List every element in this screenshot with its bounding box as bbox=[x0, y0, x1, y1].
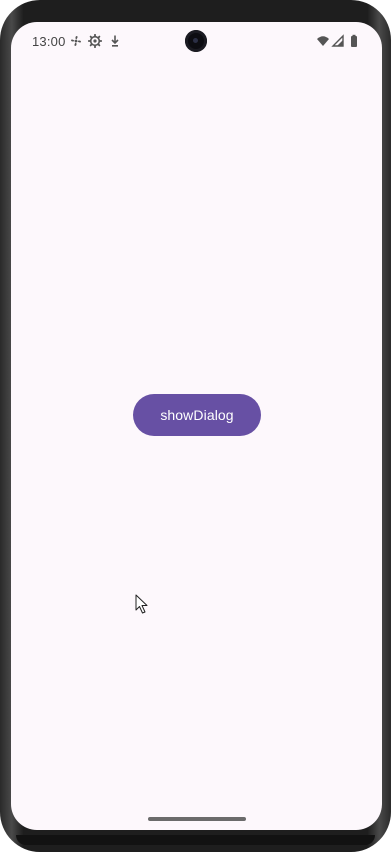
mouse-pointer-icon bbox=[135, 594, 148, 614]
show-dialog-button[interactable]: showDialog bbox=[133, 394, 261, 436]
home-gesture-bar[interactable] bbox=[148, 817, 246, 821]
wifi-icon bbox=[317, 36, 329, 46]
device-chin bbox=[16, 835, 375, 845]
status-bar: 13:00 bbox=[11, 22, 382, 60]
settings-gear-icon bbox=[88, 34, 102, 48]
fan-icon bbox=[71, 36, 81, 46]
signal-icon bbox=[331, 34, 344, 47]
download-icon bbox=[111, 35, 119, 47]
front-camera bbox=[185, 30, 207, 52]
device-frame: 13:00 showDialog bbox=[0, 0, 391, 852]
app-screen: 13:00 showDialog bbox=[11, 22, 382, 830]
status-time: 13:00 bbox=[32, 34, 66, 49]
battery-icon bbox=[351, 34, 357, 47]
